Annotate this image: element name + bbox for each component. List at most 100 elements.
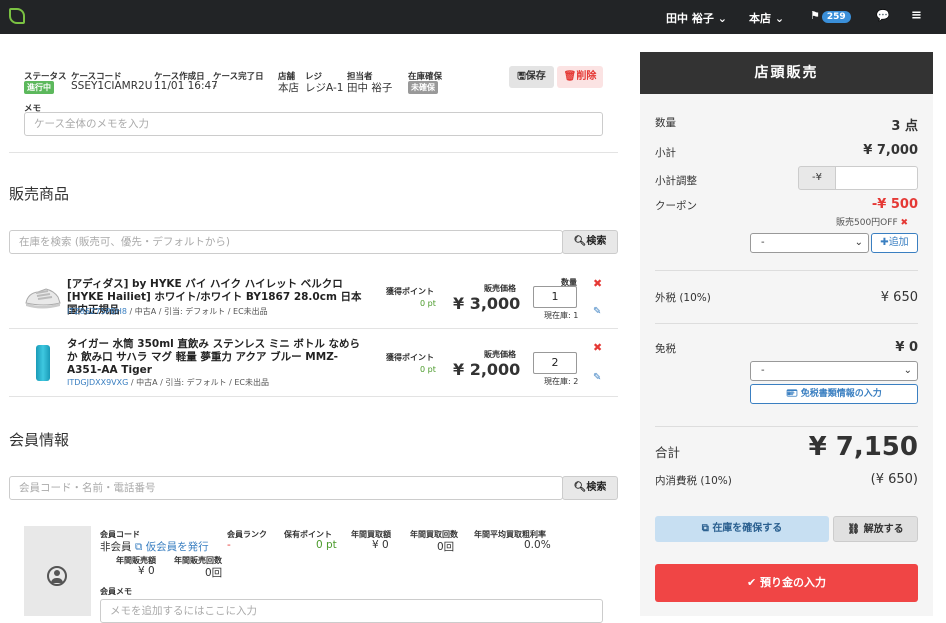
completed-date-label: ケース完了日 — [213, 72, 264, 82]
points-label: 獲得ポイント — [386, 353, 434, 362]
adjust-prefix: -¥ — [798, 166, 836, 190]
member-search-input[interactable]: 会員コード・名前・電話番号 — [9, 476, 563, 500]
exempt-doc-button-label: 免税書類情報の入力 — [800, 389, 882, 399]
exempt-doc-button[interactable]: 🪪︎ 免税書類情報の入力 — [750, 384, 918, 404]
product-image-sneaker — [24, 283, 62, 311]
store-menu[interactable]: 本店 ⌄ — [749, 10, 784, 26]
total-label: 合計 — [655, 445, 681, 460]
chat-icon[interactable]: 💬 — [876, 9, 890, 22]
member-search-button-label: 検索 — [586, 482, 607, 493]
product-title[interactable]: タイガー 水筒 350ml 直飲み ステンレス ミニ ボトル なめらか 飲み口 … — [67, 338, 367, 377]
divider — [9, 396, 618, 397]
total-amount: ¥ 7,150 — [808, 432, 918, 462]
member-section-title: 会員情報 — [9, 431, 70, 449]
hamburger-menu-icon[interactable]: ≡ — [911, 8, 922, 23]
release-button-label: 解放する — [863, 524, 904, 535]
register-panel-title: 店頭販売 — [640, 52, 933, 94]
save-button[interactable]: 🖫保存 — [509, 66, 554, 88]
flag-icon: ⚑ — [810, 9, 820, 22]
coupon-select-value: - — [761, 237, 765, 248]
tax-exempt-label: 免税 — [655, 343, 676, 355]
staff-value: 田中 裕子 — [347, 82, 393, 94]
product-meta-text: / 中古A / 引当: デフォルト / EC未出品 — [126, 307, 268, 316]
price-value: ¥ 2,000 — [453, 360, 521, 379]
tax-exempt-select[interactable]: - ⌄ — [750, 361, 918, 381]
remove-item-icon[interactable]: ✖ — [593, 277, 602, 290]
points-value: 0 pt — [420, 299, 436, 308]
user-name: 田中 裕子 — [666, 12, 714, 25]
chevron-down-icon: ⌄ — [854, 237, 863, 248]
divider — [655, 426, 918, 427]
member-memo-input[interactable]: メモを追加するにはここに入力 — [100, 599, 603, 623]
top-navbar: 田中 裕子 ⌄ 本店 ⌄ ⚑ 259 💬 ≡ — [0, 0, 946, 34]
member-code-value: 非会員 — [100, 541, 132, 553]
quantity-input[interactable]: 1 — [533, 286, 577, 308]
member-rank-label: 会員ランク — [227, 530, 267, 539]
case-memo-input[interactable]: ケース全体のメモを入力 — [24, 112, 603, 136]
coupon-select[interactable]: - ⌄ — [750, 233, 869, 253]
check-icon: ✔ — [746, 576, 757, 589]
id-card-icon: 🪪︎ — [786, 389, 798, 399]
tax-exempt-amount: ¥ 0 — [895, 340, 918, 355]
store-value: 本店 — [278, 82, 299, 94]
annual-sales-amount: ¥ 0 — [138, 565, 155, 577]
remove-item-icon[interactable]: ✖ — [593, 341, 602, 354]
tax-amount: ¥ 650 — [880, 290, 918, 305]
tax-exempt-select-value: - — [761, 365, 765, 376]
subtotal-adjust-label: 小計調整 — [655, 175, 697, 187]
status-badge: 進行中 — [24, 81, 54, 94]
user-icon — [47, 566, 67, 586]
member-search-button[interactable]: 🔍︎検索 — [562, 476, 618, 500]
completed-date: - — [213, 80, 217, 92]
member-avatar — [24, 526, 91, 616]
divider — [655, 323, 918, 324]
member-memo-label: 会員メモ — [100, 587, 132, 596]
plus-icon: ✚ — [880, 237, 889, 248]
member-rank: - — [227, 539, 231, 551]
coupon-note-text: 販売500円OFF — [836, 218, 898, 228]
subtotal-label: 小計 — [655, 147, 676, 159]
tax-label: 外税 (10%) — [655, 292, 711, 304]
trash-icon: 🗑 — [563, 71, 577, 82]
created-date: 11/01 16:47 — [154, 80, 218, 92]
delete-button[interactable]: 🗑削除 — [557, 66, 603, 88]
register-value: レジA-1 — [305, 82, 344, 94]
coupon-amount: -¥ 500 — [871, 197, 918, 212]
search-icon: 🔍︎ — [573, 236, 587, 247]
floppy-icon: 🖫 — [517, 71, 526, 82]
chevron-down-icon: ⌄ — [774, 12, 785, 25]
app-logo-icon[interactable] — [9, 8, 25, 24]
deposit-button[interactable]: ✔ 預り金の入力 — [655, 564, 918, 602]
product-meta-text: / 中古A / 引当: デフォルト / EC未出品 — [128, 378, 270, 387]
stock-search-input[interactable]: 在庫を検索 (販売可、優先・デフォルトから) — [9, 230, 563, 254]
add-coupon-button[interactable]: ✚追加 — [871, 233, 918, 253]
coupon-note: 販売500円OFF ✖ — [836, 215, 908, 228]
price-value: ¥ 3,000 — [453, 294, 521, 313]
reserve-stock-button[interactable]: ⧉ 在庫を確保する — [655, 516, 829, 542]
notifications-button[interactable]: ⚑ 259 — [810, 9, 851, 23]
issue-temp-member-label: 仮会員を発行 — [145, 541, 209, 553]
edit-pencil-icon[interactable]: ✎ — [593, 306, 601, 317]
member-points: 0 pt — [316, 539, 337, 551]
chevron-down-icon: ⌄ — [903, 365, 912, 376]
subtotal-adjust-input[interactable] — [835, 166, 918, 190]
inner-tax-label: 内消費税 (10%) — [655, 475, 732, 487]
stock-search-button[interactable]: 🔍︎検索 — [562, 230, 618, 254]
remove-coupon-icon[interactable]: ✖ — [901, 218, 909, 228]
quantity-input[interactable]: 2 — [533, 352, 577, 374]
release-button[interactable]: ⛓ 解放する — [833, 516, 918, 542]
product-code-link[interactable]: ITZ86Z75PBH8 — [67, 307, 127, 316]
product-meta: ITDGJDXX9VXG / 中古A / 引当: デフォルト / EC未出品 — [67, 377, 269, 388]
qty-total: 3 点 — [891, 119, 918, 134]
user-menu[interactable]: 田中 裕子 ⌄ — [666, 10, 727, 26]
chevron-down-icon: ⌄ — [717, 12, 727, 25]
coupon-label: クーポン — [655, 200, 697, 212]
boxes-icon: ⧉ — [701, 523, 709, 534]
edit-pencil-icon[interactable]: ✎ — [593, 372, 601, 383]
points-label: 獲得ポイント — [386, 287, 434, 296]
product-code-link[interactable]: ITDGJDXX9VXG — [67, 378, 128, 387]
divider — [9, 152, 618, 153]
delete-button-label: 削除 — [576, 71, 597, 82]
save-button-label: 保存 — [525, 71, 546, 82]
issue-temp-member-link[interactable]: ⧉ 仮会員を発行 — [135, 541, 209, 553]
